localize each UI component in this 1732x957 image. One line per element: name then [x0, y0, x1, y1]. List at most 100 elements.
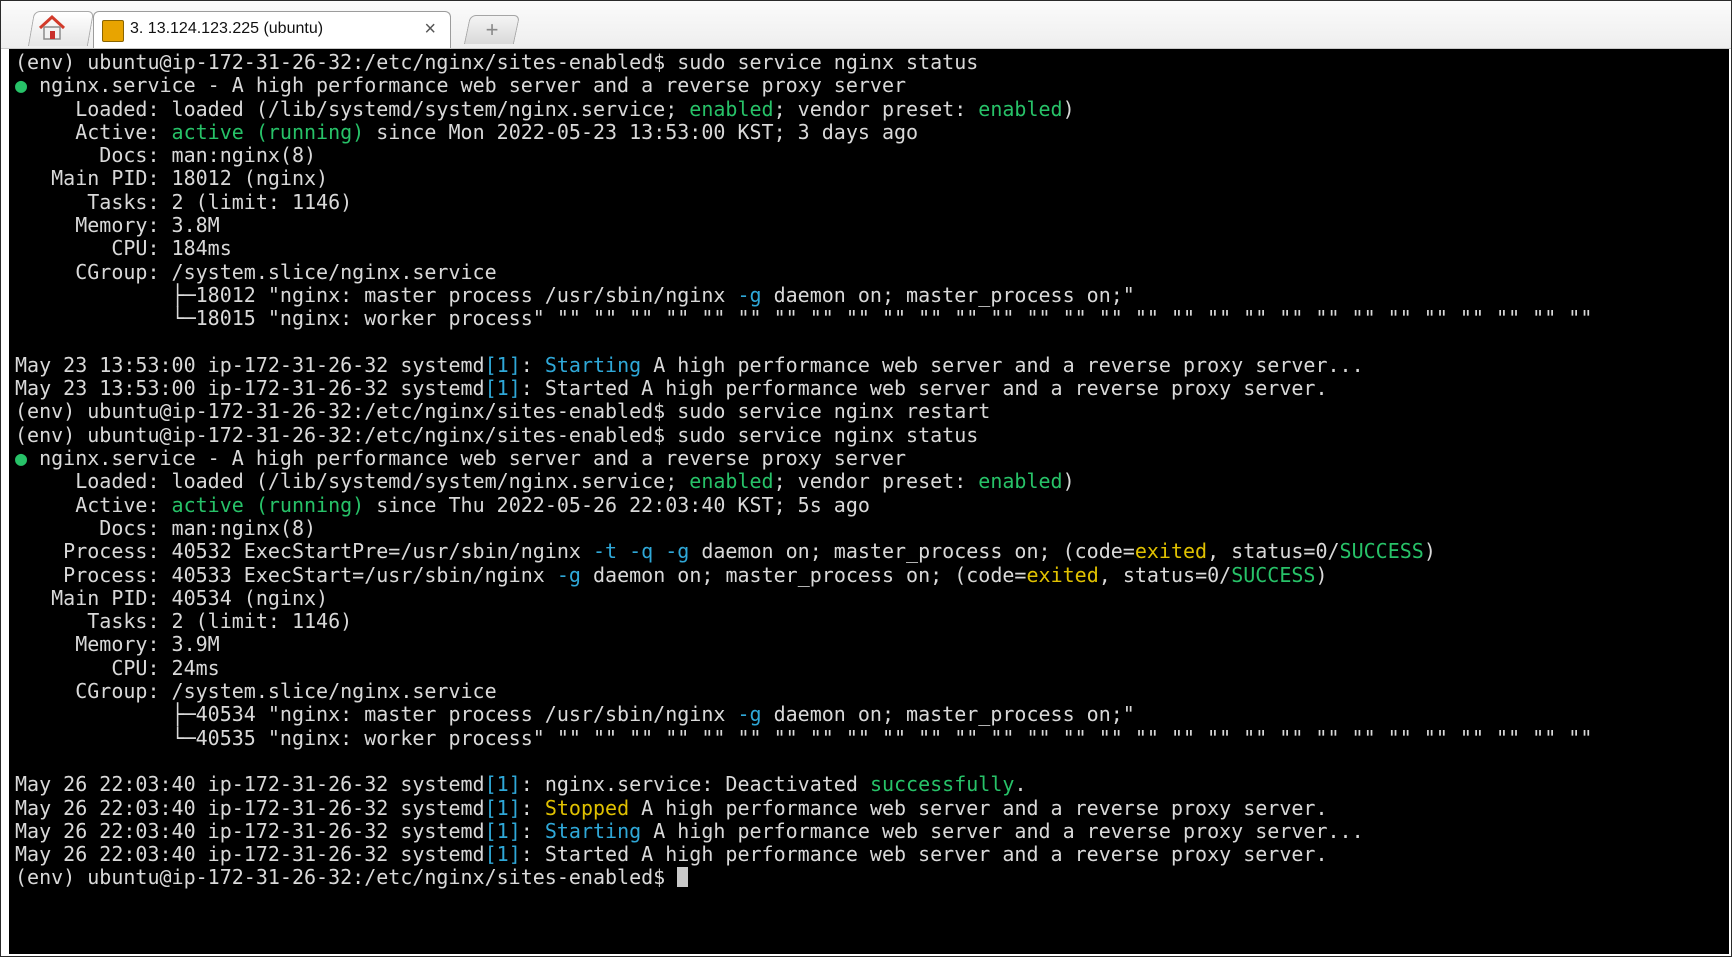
terminal-text: Main PID: 18012 (nginx) — [15, 166, 329, 191]
terminal-text: : nginx.service: Deactivated — [520, 772, 870, 797]
terminal-text: enabled — [978, 469, 1063, 494]
terminal-line: May 26 22:03:40 ip-172-31-26-32 systemd[… — [15, 773, 1592, 796]
terminal-line: Memory: 3.9M — [15, 633, 1592, 656]
terminal-text: : Started A high performance web server … — [520, 376, 1328, 401]
terminal-text: ; vendor preset: — [773, 96, 979, 121]
terminal-text: SUCCESS — [1231, 562, 1316, 587]
terminal-text: Active: — [15, 492, 172, 517]
terminal-text: [1] — [484, 352, 521, 377]
terminal-text: [1] — [484, 842, 521, 867]
terminal-text: daemon on; master_process on;" — [761, 702, 1135, 727]
terminal-text: └─18015 "nginx: worker process" "" "" ""… — [15, 306, 1593, 331]
terminal-text: (env) ubuntu@ip-172-31-26-32:/etc/nginx/… — [15, 422, 979, 447]
terminal-line: Docs: man:nginx(8) — [15, 144, 1592, 167]
terminal-text: . — [1014, 772, 1027, 797]
text-cursor — [677, 867, 689, 888]
terminal-line: Loaded: loaded (/lib/systemd/system/ngin… — [15, 470, 1592, 493]
terminal-text: May 23 13:53:00 ip-172-31-26-32 systemd — [15, 352, 485, 377]
terminal-text: (env) ubuntu@ip-172-31-26-32:/etc/nginx/… — [15, 50, 979, 74]
terminal-text: CPU: 24ms — [15, 655, 220, 680]
terminal-text: Memory: 3.8M — [15, 213, 220, 238]
terminal-text: (env) ubuntu@ip-172-31-26-32:/etc/nginx/… — [15, 865, 678, 890]
terminal-text: enabled — [689, 469, 774, 494]
terminal-text: [1] — [484, 376, 521, 401]
tab-session[interactable]: 3. 13.124.123.225 (ubuntu) × — [93, 11, 451, 48]
terminal-text: May 26 22:03:40 ip-172-31-26-32 systemd — [15, 795, 485, 820]
terminal-text: nginx.service - A high performance web s… — [27, 73, 907, 98]
terminal-output[interactable]: (env) ubuntu@ip-172-31-26-32:/etc/nginx/… — [9, 49, 1729, 954]
terminal-text: (env) ubuntu@ip-172-31-26-32:/etc/nginx/… — [15, 399, 991, 424]
terminal-text: Docs: man:nginx(8) — [15, 515, 317, 540]
terminal-text: daemon on; master_process on; (code= — [580, 562, 1027, 587]
terminal-text: Active: — [15, 119, 172, 144]
terminal-text: Process: 40532 ExecStartPre=/usr/sbin/ng… — [15, 539, 593, 564]
terminal-text: ● — [15, 446, 28, 471]
terminal-line: May 26 22:03:40 ip-172-31-26-32 systemd[… — [15, 842, 1592, 867]
terminal-line: Main PID: 40534 (nginx) — [15, 586, 1592, 610]
terminal-text: A high performance web server and a reve… — [641, 818, 1364, 843]
terminal-line: CPU: 24ms — [15, 655, 1592, 680]
terminal-text: Tasks: 2 (limit: 1146) — [15, 189, 353, 214]
terminal-text: successfully — [869, 772, 1015, 797]
key-icon — [102, 20, 124, 42]
terminal-line: Loaded: loaded (/lib/systemd/system/ngin… — [15, 96, 1592, 121]
terminal-text: since Mon 2022-05-23 13:53:00 KST; 3 day… — [364, 119, 919, 144]
terminal-line: (env) ubuntu@ip-172-31-26-32:/etc/nginx/… — [15, 422, 1592, 447]
terminal-line: Memory: 3.8M — [15, 213, 1592, 238]
terminal-line: (env) ubuntu@ip-172-31-26-32:/etc/nginx/… — [15, 866, 1592, 889]
terminal-window: 3. 13.124.123.225 (ubuntu) × + (env) ubu… — [0, 0, 1732, 957]
terminal-text: Starting — [544, 818, 642, 843]
terminal-text: : — [520, 352, 545, 377]
terminal-line: Tasks: 2 (limit: 1146) — [15, 609, 1592, 634]
terminal-text: Loaded: loaded (/lib/systemd/system/ngin… — [15, 96, 690, 121]
terminal-text: [1] — [484, 795, 521, 820]
terminal-text: : — [520, 818, 545, 843]
home-icon[interactable] — [37, 14, 67, 42]
terminal-text: exited — [1134, 539, 1208, 564]
terminal-text: CGroup: /system.slice/nginx.service — [15, 679, 497, 704]
plus-icon[interactable]: + — [481, 19, 503, 41]
terminal-line: May 26 22:03:40 ip-172-31-26-32 systemd[… — [15, 818, 1592, 843]
terminal-text: Loaded: loaded (/lib/systemd/system/ngin… — [15, 469, 690, 494]
terminal-line: Main PID: 18012 (nginx) — [15, 167, 1592, 190]
terminal-text: A high performance web server and a reve… — [629, 795, 1328, 820]
terminal-text: enabled — [689, 96, 774, 121]
terminal-text: May 26 22:03:40 ip-172-31-26-32 systemd — [15, 772, 485, 797]
terminal-text: active (running) — [171, 492, 365, 517]
terminal-text: ) — [1062, 469, 1075, 494]
terminal-text: Memory: 3.9M — [15, 632, 220, 657]
terminal-text: CPU: 184ms — [15, 236, 232, 261]
terminal-line: ├─18012 "nginx: master process /usr/sbin… — [15, 282, 1592, 307]
terminal-line: Process: 40533 ExecStart=/usr/sbin/nginx… — [15, 562, 1592, 587]
terminal-line: (env) ubuntu@ip-172-31-26-32:/etc/nginx/… — [15, 50, 1592, 74]
terminal-line: May 26 22:03:40 ip-172-31-26-32 systemd[… — [15, 795, 1592, 820]
terminal-text: daemon on; master_process on;" — [761, 282, 1135, 307]
terminal-line: ● nginx.service - A high performance web… — [15, 446, 1592, 471]
terminal-line: ├─40534 "nginx: master process /usr/sbin… — [15, 703, 1592, 726]
terminal-text: exited — [1026, 562, 1099, 587]
terminal-text: May 26 22:03:40 ip-172-31-26-32 systemd — [15, 842, 485, 867]
terminal-text: daemon on; master_process on; (code= — [689, 539, 1135, 564]
terminal-line: └─40535 "nginx: worker process" "" "" ""… — [15, 725, 1593, 750]
terminal-line: Active: active (running) since Thu 2022-… — [15, 492, 1592, 517]
terminal-text: , status=0/ — [1207, 539, 1340, 564]
terminal-line: Docs: man:nginx(8) — [15, 515, 1592, 540]
terminal-text: May 26 22:03:40 ip-172-31-26-32 systemd — [15, 818, 485, 843]
terminal-text: : — [520, 795, 545, 820]
terminal-line: CGroup: /system.slice/nginx.service — [15, 679, 1592, 704]
terminal-text: ) — [1423, 539, 1436, 564]
terminal-text: Tasks: 2 (limit: 1146) — [15, 609, 353, 634]
terminal-text: └─40535 "nginx: worker process" "" "" ""… — [15, 725, 1593, 750]
terminal-text: Process: 40533 ExecStart=/usr/sbin/nginx — [15, 562, 557, 587]
terminal-text: ) — [1315, 562, 1328, 587]
terminal-text: -t -q -g — [592, 539, 690, 564]
terminal-text: ├─40534 "nginx: master process /usr/sbin… — [15, 702, 738, 727]
terminal-text: CGroup: /system.slice/nginx.service — [15, 259, 497, 284]
terminal-text: Stopped — [544, 795, 630, 820]
close-icon[interactable]: × — [424, 17, 436, 41]
terminal-text: nginx.service - A high performance web s… — [27, 446, 907, 471]
terminal-text: A high performance web server and a reve… — [641, 352, 1364, 377]
terminal-text: ├─18012 "nginx: master process /usr/sbin… — [15, 282, 738, 307]
terminal-text: Starting — [544, 352, 642, 377]
